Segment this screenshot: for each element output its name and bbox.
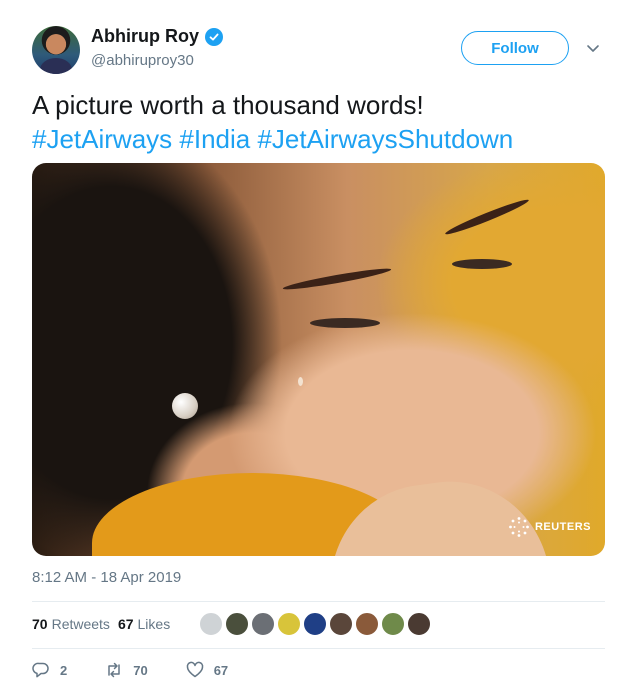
tweet-actions: 2 70 67 (32, 661, 266, 679)
tweet-timestamp[interactable]: 8:12 AM - 18 Apr 2019 (32, 569, 181, 586)
reply-count: 2 (60, 662, 68, 678)
retweet-icon (108, 662, 120, 678)
verified-badge-icon (205, 27, 223, 46)
retweet-action[interactable]: 70 (105, 661, 148, 679)
like-count: 67 (213, 662, 229, 678)
liker-avatar[interactable] (407, 612, 431, 636)
photo-earring (172, 393, 198, 419)
author-avatar[interactable] (32, 26, 80, 74)
heart-icon (186, 661, 203, 678)
reuters-watermark: REUTERS (508, 516, 591, 538)
retweets-label: Retweets (51, 616, 110, 632)
author-handle[interactable]: @abhiruproy30 (91, 52, 194, 69)
reuters-logo-icon (509, 517, 529, 537)
tweet-body: A picture worth a thousand words! (32, 90, 424, 120)
liker-avatar[interactable] (199, 612, 223, 636)
author-name[interactable]: Abhirup Roy (91, 26, 199, 47)
like-action[interactable]: 67 (186, 661, 228, 679)
likes-label: Likes (137, 616, 171, 632)
liker-avatar[interactable] (225, 612, 249, 636)
liker-avatar[interactable] (329, 612, 353, 636)
hashtag-link[interactable]: #India (179, 124, 250, 154)
likes-count: 67 (117, 616, 134, 632)
retweets-stat[interactable]: 70 Retweets (32, 616, 110, 632)
hashtag-link[interactable]: #JetAirwaysShutdown (257, 124, 513, 154)
liker-avatar[interactable] (381, 612, 405, 636)
hashtag-line: #JetAirways #India #JetAirwaysShutdown (32, 122, 602, 156)
photo-brow (443, 196, 531, 238)
tweet-text: A picture worth a thousand words! #JetAi… (32, 88, 602, 156)
liker-avatar[interactable] (277, 612, 301, 636)
reuters-label: REUTERS (534, 521, 591, 533)
photo-brow (282, 265, 392, 293)
reply-icon (32, 662, 49, 678)
chevron-down-icon[interactable] (585, 40, 601, 56)
liker-avatar[interactable] (251, 612, 275, 636)
liker-avatar[interactable] (355, 612, 379, 636)
liker-avatar[interactable] (303, 612, 327, 636)
retweet-count: 70 (133, 662, 148, 678)
hashtag-link[interactable]: #JetAirways (32, 124, 172, 154)
photo-eye (310, 318, 380, 328)
engagement-stats: 70 Retweets 67 Likes (32, 616, 170, 632)
retweets-count: 70 (32, 616, 48, 632)
follow-button[interactable]: Follow (461, 31, 569, 65)
photo-eye (452, 259, 512, 269)
divider (32, 601, 605, 602)
tweet-photo[interactable]: REUTERS (32, 163, 605, 556)
photo-tear (298, 377, 303, 386)
liker-avatars (199, 612, 431, 636)
likes-stat[interactable]: 67 Likes (118, 616, 170, 632)
divider (32, 648, 605, 649)
author-name-row: Abhirup Roy (91, 26, 223, 47)
reply-action[interactable]: 2 (32, 661, 67, 679)
